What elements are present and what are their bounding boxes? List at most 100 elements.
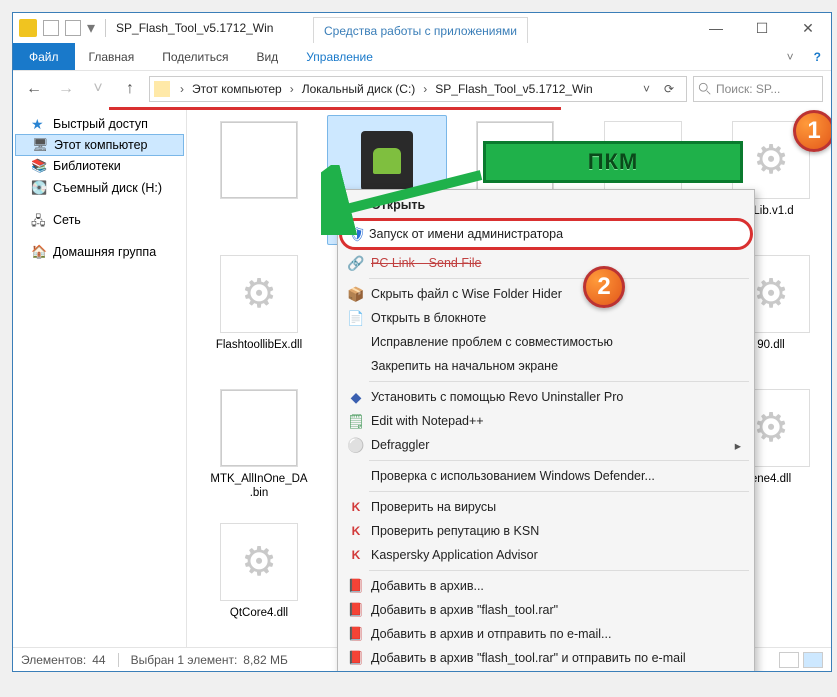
menu-item-label: PC Link – Send File (371, 256, 481, 270)
file-item[interactable]: QtCore4.dll (199, 517, 319, 647)
menu-item-label: Проверка с использованием Windows Defend… (371, 469, 655, 483)
gear-icon (753, 271, 789, 317)
npp-icon (347, 412, 365, 430)
tree-item[interactable]: Быстрый доступ (13, 113, 186, 135)
context-menu-item[interactable]: Открыть в блокноте (341, 306, 751, 330)
help-icon[interactable]: ? (804, 43, 831, 70)
breadcrumb-seg[interactable]: Этот компьютер (190, 82, 284, 96)
kasp-icon (347, 522, 365, 540)
menu-item-label: Исправление проблем с совместимостью (371, 335, 613, 349)
home-icon (31, 244, 47, 260)
view-mode-icons-icon[interactable] (803, 652, 823, 668)
context-menu-item[interactable]: Добавить в архив и отправить по e-mail..… (341, 622, 751, 646)
file-thumbnail (220, 255, 298, 333)
refresh-button[interactable]: ⟳ (656, 82, 682, 96)
ribbon: Файл Главная Поделиться Вид Управление ˅… (13, 43, 831, 71)
file-item[interactable]: MTK_AllInOne_DA.bin (199, 383, 319, 513)
tree-item-label: Этот компьютер (54, 138, 147, 152)
nav-tree: Быстрый доступ Этот компьютер Библиотеки Съ… (13, 107, 187, 647)
tree-item-label: Библиотеки (53, 159, 121, 173)
context-menu-item[interactable]: Добавить в архив "flash_tool.rar" и отпр… (341, 646, 751, 670)
nav-history-button[interactable]: ˅ (85, 76, 111, 102)
note-icon (347, 309, 365, 327)
context-menu-item[interactable]: Проверка с использованием Windows Defend… (341, 464, 751, 488)
menu-item-label: Kaspersky Application Advisor (371, 548, 538, 562)
rar-icon (347, 601, 365, 619)
kasp-icon (347, 498, 365, 516)
context-menu-item[interactable]: Edit with Notepad++ (341, 409, 751, 433)
file-name: FlashtoollibEx.dll (216, 339, 302, 353)
view-mode-details-icon[interactable] (779, 652, 799, 668)
file-name: llLib.v1.d (748, 205, 793, 219)
context-menu-item[interactable]: Закрепить на начальном экране (341, 354, 751, 378)
navbar: ← → ˅ ↑ › Этот компьютер › Локальный дис… (13, 71, 831, 107)
revo-icon (347, 388, 365, 406)
ribbon-tab-view[interactable]: Вид (242, 43, 292, 70)
qat-button[interactable] (43, 20, 59, 36)
context-menu-item[interactable]: Kaspersky Application Advisor (341, 543, 751, 567)
file-name: QtCore4.dll (230, 607, 288, 621)
menu-item-label: Добавить в архив... (371, 579, 484, 593)
nav-forward-button[interactable]: → (53, 76, 79, 102)
breadcrumb-dropdown[interactable]: ˅ (639, 82, 654, 96)
gear-icon (753, 137, 789, 183)
menu-item-label: Defraggler (371, 438, 429, 452)
ribbon-tab-manage[interactable]: Управление (292, 43, 387, 70)
context-menu-item[interactable]: Скрыть файл с Wise Folder Hider (341, 282, 751, 306)
breadcrumb-seg[interactable]: SP_Flash_Tool_v5.1712_Win (433, 82, 594, 96)
ribbon-expand-icon[interactable]: ˅ (777, 43, 804, 70)
close-button[interactable]: ✕ (785, 13, 831, 43)
ribbon-tab-home[interactable]: Главная (75, 43, 149, 70)
gear-icon (753, 405, 789, 451)
file-item[interactable] (199, 115, 319, 245)
menu-item-label: Открыть в блокноте (371, 311, 486, 325)
context-menu-item[interactable]: Закрепить на панели задач (341, 670, 751, 672)
file-item[interactable]: FlashtoollibEx.dll (199, 249, 319, 379)
menu-item-label: Проверить на вирусы (371, 500, 496, 514)
file-thumbnail (220, 523, 298, 601)
tree-item[interactable]: Библиотеки (13, 155, 186, 177)
context-menu: ОткрытьЗапуск от имени администратораPC … (337, 189, 755, 672)
context-menu-item[interactable]: Проверить на вирусы (341, 495, 751, 519)
search-input[interactable]: Поиск: SP... (693, 76, 823, 102)
menu-item-label: Проверить репутацию в KSN (371, 524, 539, 538)
status-selection-label: Выбран 1 элемент: (131, 653, 238, 667)
qat-button[interactable] (65, 20, 81, 36)
context-menu-item[interactable]: Исправление проблем с совместимостью (341, 330, 751, 354)
gear-icon (241, 539, 277, 585)
context-menu-item[interactable]: Установить с помощью Revo Uninstaller Pr… (341, 385, 751, 409)
rar-icon (347, 649, 365, 667)
annotation-label: ПКМ (483, 141, 743, 183)
rar-icon (347, 625, 365, 643)
maximize-button[interactable]: ☐ (739, 13, 785, 43)
tree-item-label: Съемный диск (H:) (53, 181, 162, 195)
pc-icon (32, 137, 48, 153)
nav-up-button[interactable]: ↑ (117, 76, 143, 102)
box-icon (347, 285, 365, 303)
ribbon-context-header: Средства работы с приложениями (313, 17, 528, 43)
file-thumbnail (220, 121, 298, 199)
breadcrumb[interactable]: › Этот компьютер › Локальный диск (C:) ›… (149, 76, 687, 102)
breadcrumb-seg[interactable]: Локальный диск (C:) (300, 82, 418, 96)
submenu-arrow-icon: ▸ (735, 438, 741, 453)
context-menu-item[interactable]: Defraggler ▸ (341, 433, 751, 457)
rar-icon (347, 577, 365, 595)
nav-back-button[interactable]: ← (21, 76, 47, 102)
tree-item[interactable]: Домашняя группа (13, 241, 186, 263)
menu-item-label: Добавить в архив "flash_tool.rar" (371, 603, 558, 617)
context-menu-item[interactable]: Добавить в архив... (341, 574, 751, 598)
menu-item-label: Добавить в архив "flash_tool.rar" и отпр… (371, 651, 686, 665)
ribbon-file-tab[interactable]: Файл (13, 43, 75, 70)
ribbon-tab-share[interactable]: Поделиться (148, 43, 242, 70)
tree-item[interactable]: Этот компьютер (15, 134, 184, 156)
annotation-badge-2: 2 (583, 266, 625, 308)
context-menu-item[interactable]: Добавить в архив "flash_tool.rar" (341, 598, 751, 622)
context-menu-item[interactable]: PC Link – Send File (341, 251, 751, 275)
minimize-button[interactable]: — (693, 13, 739, 43)
qat-dropdown[interactable]: ▾ (87, 18, 95, 38)
tree-item[interactable]: Съемный диск (H:) (13, 177, 186, 199)
tree-item[interactable]: Сеть (13, 209, 186, 231)
context-menu-item[interactable]: Проверить репутацию в KSN (341, 519, 751, 543)
status-count-label: Элементов: (21, 653, 86, 667)
folder-icon (19, 19, 37, 37)
